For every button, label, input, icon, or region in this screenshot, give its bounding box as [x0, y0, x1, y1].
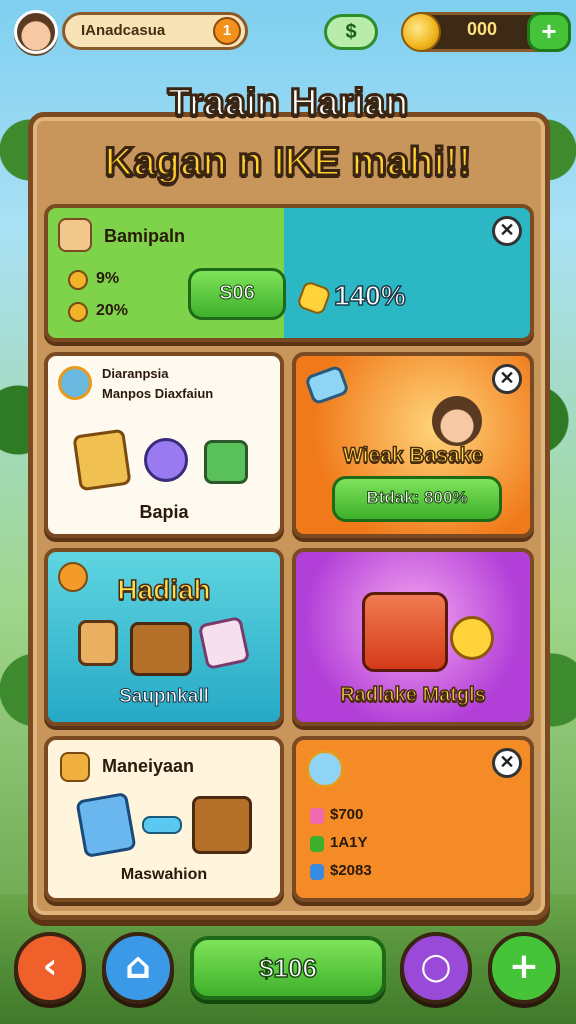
clock-icon	[68, 270, 88, 290]
player-name: IAnadcasua	[81, 22, 166, 39]
cards-icon	[197, 615, 251, 671]
task-card-1[interactable]: Bamipaln 9% 20% S06 140% ✕	[44, 204, 534, 342]
level-badge: 1	[213, 17, 241, 45]
card1-stat1: 9%	[96, 270, 120, 287]
coin-value: 000	[467, 19, 498, 39]
card1-stat2: 20%	[96, 302, 129, 319]
search-button[interactable]: ○	[400, 932, 472, 1004]
top-bar: IAnadcasua 1 $ 000 +	[10, 8, 571, 54]
card4-title: Hadiah	[117, 573, 212, 606]
card1-close-button[interactable]: ✕	[492, 216, 522, 246]
scroll-parcel-icon	[78, 620, 118, 666]
folder-icon	[72, 428, 132, 492]
card2-line2: Manpos Diaxfaiun	[102, 386, 214, 401]
scroll-icon	[58, 218, 92, 252]
player-name-pill[interactable]: IAnadcasua 1	[62, 12, 248, 50]
ticket-icon	[304, 364, 350, 406]
box-icon	[60, 752, 90, 782]
price-button[interactable]: $106	[190, 936, 386, 1000]
card3-close-button[interactable]: ✕	[492, 364, 522, 394]
card6-title: Maneiyaan	[102, 756, 195, 776]
lemon-icon	[450, 616, 494, 660]
card6-label: Maswahion	[120, 866, 208, 883]
card7-close-button[interactable]: ✕	[492, 748, 522, 778]
player-avatar[interactable]	[14, 10, 58, 54]
task-card-6[interactable]: Maneiyaan Maswahion	[44, 736, 284, 902]
task-card-7[interactable]: $700 1A1Y $2083 ✕	[292, 736, 534, 902]
card7-row3: $2083	[330, 862, 372, 879]
dollar-shop-button[interactable]: $	[324, 14, 378, 50]
coin-icon	[401, 12, 441, 52]
add-coins-button[interactable]: +	[527, 12, 571, 52]
gift-box-icon	[204, 440, 248, 484]
open-chest-icon	[192, 796, 252, 854]
card1-reward: 140%	[333, 279, 406, 312]
treasure-chest-icon	[130, 622, 192, 676]
back-button[interactable]: ‹	[14, 932, 86, 1004]
card7-row1: $700	[330, 806, 364, 823]
home-button[interactable]: ⌂	[102, 932, 174, 1004]
board-subtitle: Kagan n IKE mahi!!	[103, 139, 473, 186]
check-icon	[310, 836, 324, 852]
timer-icon	[68, 302, 88, 322]
card5-label: Radlake Matgls	[339, 683, 486, 707]
girl-character-icon	[432, 396, 482, 446]
card4-label: Saupnkall	[119, 686, 210, 708]
task-card-5[interactable]: Radlake Matgls	[292, 548, 534, 726]
card1-action-button[interactable]: S06	[188, 268, 286, 320]
blue-gem-icon	[310, 864, 324, 880]
board-title: Traain Harian	[166, 81, 410, 126]
add-button[interactable]: +	[488, 932, 560, 1004]
chat-bubble-icon	[144, 438, 188, 482]
card3-label: Wieak Basake	[342, 443, 483, 468]
pink-gem-icon	[310, 808, 324, 824]
card7-row2: 1A1Y	[330, 834, 368, 851]
ticket-badge-icon	[306, 750, 344, 788]
globe-badge-icon	[58, 366, 92, 400]
card2-line1: Diaranpsia	[102, 366, 169, 381]
ticket-stack-icon	[75, 791, 137, 859]
arrow-right-icon	[142, 816, 182, 834]
card1-title: Bamipaln	[104, 226, 186, 246]
coin-counter: 000 +	[401, 12, 571, 52]
task-card-2[interactable]: Diaranpsia Manpos Diaxfaiun Bapia	[44, 352, 284, 538]
task-card-3[interactable]: Wieak Basake Btdak: 800% ✕	[292, 352, 534, 538]
card2-label: Bapia	[139, 502, 189, 522]
star-icon	[296, 280, 332, 316]
card3-action-button[interactable]: Btdak: 800%	[332, 476, 502, 522]
task-card-4[interactable]: Hadiah Saupnkall	[44, 548, 284, 726]
mug-icon	[362, 592, 448, 672]
